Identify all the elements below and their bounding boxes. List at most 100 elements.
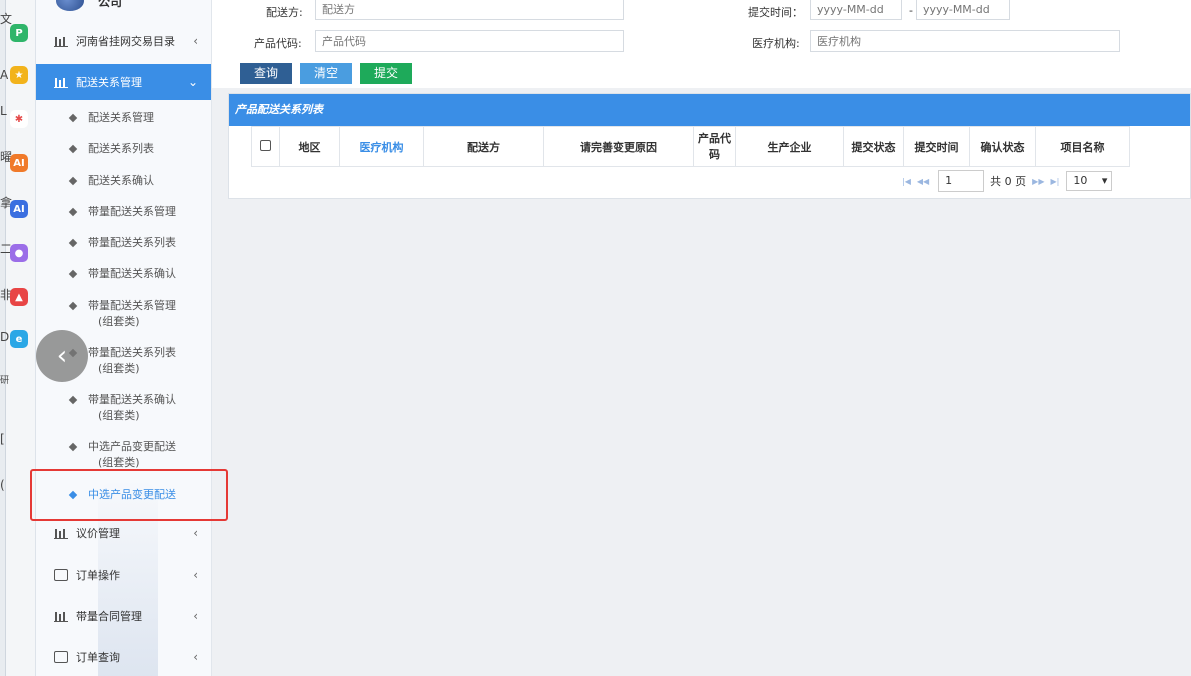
collapse-sidebar-button[interactable]: ‹ bbox=[36, 330, 88, 382]
column-header[interactable]: 医疗机构 bbox=[339, 126, 424, 167]
app-dock: 文 A L 曜 拿 二 非 D 研 [ ( P ★ ✱ AI AI ● ▲ e bbox=[0, 0, 36, 676]
grid-icon bbox=[54, 35, 68, 47]
star-app-icon[interactable]: ★ bbox=[10, 66, 28, 84]
ai-swirl-icon[interactable]: AI bbox=[10, 154, 28, 172]
subitem-volume-manage[interactable]: 带量配送关系管理 bbox=[36, 204, 211, 220]
subitem-label: 带量配送关系管理 bbox=[88, 299, 176, 312]
first-page-icon[interactable]: |◀ bbox=[902, 177, 911, 186]
grid-icon bbox=[54, 527, 68, 539]
column-header[interactable]: 请完善变更原因 bbox=[543, 126, 694, 167]
subitem-label: 带量配送关系确认 bbox=[88, 393, 176, 406]
clear-button[interactable]: 清空 bbox=[300, 63, 352, 84]
search-form: 配送方: 提交时间： - 产品代码: 医疗机构: 查询 清空 提交 bbox=[212, 0, 1191, 88]
diamond-bullet-icon bbox=[68, 176, 78, 186]
company-logo-icon bbox=[56, 0, 84, 11]
dock-char: ( bbox=[0, 478, 5, 492]
prev-page-icon[interactable]: ◀◀ bbox=[917, 177, 929, 186]
chevron-left-icon: ‹ bbox=[193, 568, 198, 582]
game-app-icon[interactable]: ▲ bbox=[10, 288, 28, 306]
subitem-label: 带量配送关系列表 bbox=[88, 236, 176, 249]
subitem-label: 配送关系列表 bbox=[88, 142, 154, 155]
sidebar-item-label: 河南省挂网交易目录 bbox=[76, 35, 175, 48]
column-header[interactable]: 配送方 bbox=[423, 126, 544, 167]
column-header[interactable]: 产品代码 bbox=[693, 126, 736, 167]
submit-button[interactable]: 提交 bbox=[360, 63, 412, 84]
subitem-distribution-list[interactable]: 配送关系列表 bbox=[36, 141, 211, 157]
last-page-icon[interactable]: ▶| bbox=[1050, 177, 1059, 186]
browser-app-icon[interactable]: e bbox=[10, 330, 28, 348]
column-header[interactable]: 提交状态 bbox=[843, 126, 904, 167]
app-green-icon[interactable]: P bbox=[10, 24, 28, 42]
chevron-down-icon: ▾ bbox=[1101, 174, 1108, 187]
document-icon bbox=[54, 569, 68, 581]
highlight-box bbox=[30, 469, 228, 521]
subitem-label: 配送关系管理 bbox=[88, 111, 154, 124]
subitem-label-suffix: (组套类) bbox=[98, 409, 140, 422]
dock-char: L bbox=[0, 104, 7, 118]
sidebar-item-order-ops[interactable]: 订单操作 ‹ bbox=[36, 560, 211, 590]
subitem-volume-list[interactable]: 带量配送关系列表 bbox=[36, 235, 211, 251]
hospital-input[interactable] bbox=[810, 30, 1120, 52]
subitem-distribution-confirm[interactable]: 配送关系确认 bbox=[36, 173, 211, 189]
sidebar-item-order-query[interactable]: 订单查询 ‹ bbox=[36, 642, 211, 672]
chevron-left-icon: ‹ bbox=[193, 526, 198, 540]
dock-char: A bbox=[0, 68, 9, 82]
grid-icon bbox=[54, 76, 68, 88]
sidebar-item-contracts[interactable]: 带量合同管理 ‹ bbox=[36, 601, 211, 631]
sidebar-item-negotiation[interactable]: 议价管理 ‹ bbox=[36, 518, 211, 548]
date-end-input[interactable] bbox=[916, 0, 1010, 20]
subitem-volume-confirm-bundle[interactable]: 带量配送关系确认 (组套类) bbox=[36, 392, 211, 424]
page-size-select[interactable]: 10 ▾ bbox=[1066, 171, 1113, 191]
sidebar-item-distribution[interactable]: 配送关系管理 ⌄ bbox=[36, 64, 211, 100]
column-header[interactable]: 提交时间 bbox=[903, 126, 970, 167]
subitem-label: 带量配送关系列表 bbox=[88, 346, 176, 359]
product-code-label: 产品代码: bbox=[254, 37, 302, 50]
column-header[interactable]: 项目名称 bbox=[1035, 126, 1130, 167]
subitem-label: 配送关系确认 bbox=[88, 174, 154, 187]
ai-app-icon[interactable]: AI bbox=[10, 200, 28, 218]
sidebar-item-label: 配送关系管理 bbox=[76, 76, 142, 89]
total-pages: 共 0 页 bbox=[990, 175, 1027, 188]
dock-char: 文 bbox=[0, 12, 13, 26]
page-size-value: 10 bbox=[1073, 174, 1088, 187]
company-name: 公司 bbox=[98, 0, 123, 9]
subitem-label: 中选产品变更配送 bbox=[88, 440, 176, 453]
diamond-bullet-icon bbox=[68, 395, 78, 405]
subitem-label: 带量配送关系管理 bbox=[88, 205, 176, 218]
panel-title: 产品配送关系列表 bbox=[229, 94, 1190, 126]
select-all-cell[interactable] bbox=[251, 126, 280, 167]
diamond-bullet-icon bbox=[68, 301, 78, 311]
distribution-list-panel: 产品配送关系列表 地区 医疗机构 配送方 请完善变更原因 产品代码 生产企业 提… bbox=[228, 93, 1191, 199]
column-header[interactable]: 地区 bbox=[279, 126, 340, 167]
column-header[interactable]: 生产企业 bbox=[735, 126, 844, 167]
network-app-icon[interactable]: ✱ bbox=[10, 110, 28, 128]
dock-char: D bbox=[0, 330, 10, 344]
subitem-product-change-bundle[interactable]: 中选产品变更配送 (组套类) bbox=[36, 439, 211, 471]
diamond-bullet-icon bbox=[68, 269, 78, 279]
date-start-input[interactable] bbox=[810, 0, 902, 20]
page-number-input[interactable]: 1 bbox=[938, 170, 985, 192]
hospital-label: 医疗机构: bbox=[752, 37, 800, 50]
document-icon bbox=[54, 651, 68, 663]
select-all-checkbox[interactable] bbox=[260, 139, 271, 151]
sidebar-item-catalog[interactable]: 河南省挂网交易目录 ‹ bbox=[36, 26, 211, 56]
subitem-volume-confirm[interactable]: 带量配送关系确认 bbox=[36, 266, 211, 282]
distributor-input[interactable] bbox=[315, 0, 624, 20]
query-button[interactable]: 查询 bbox=[240, 63, 292, 84]
sidebar-item-label: 订单操作 bbox=[76, 569, 120, 582]
subitem-distribution-manage[interactable]: 配送关系管理 bbox=[36, 110, 211, 126]
subitem-volume-manage-bundle[interactable]: 带量配送关系管理 (组套类) bbox=[36, 298, 211, 330]
next-page-icon[interactable]: ▶▶ bbox=[1032, 177, 1044, 186]
grid-icon bbox=[54, 610, 68, 622]
chevron-left-icon: ‹ bbox=[193, 609, 198, 623]
sidebar-item-label: 议价管理 bbox=[76, 527, 120, 540]
distributor-label: 配送方: bbox=[266, 6, 303, 19]
table-header-row: 地区 医疗机构 配送方 请完善变更原因 产品代码 生产企业 提交状态 提交时间 … bbox=[251, 126, 1130, 167]
subitem-label-suffix: (组套类) bbox=[98, 456, 140, 469]
chat-app-icon[interactable]: ● bbox=[10, 244, 28, 262]
diamond-bullet-icon bbox=[68, 238, 78, 248]
product-code-input[interactable] bbox=[315, 30, 624, 52]
column-header[interactable]: 确认状态 bbox=[969, 126, 1036, 167]
chevron-left-icon: ‹ bbox=[193, 34, 198, 48]
date-separator: - bbox=[909, 4, 913, 17]
